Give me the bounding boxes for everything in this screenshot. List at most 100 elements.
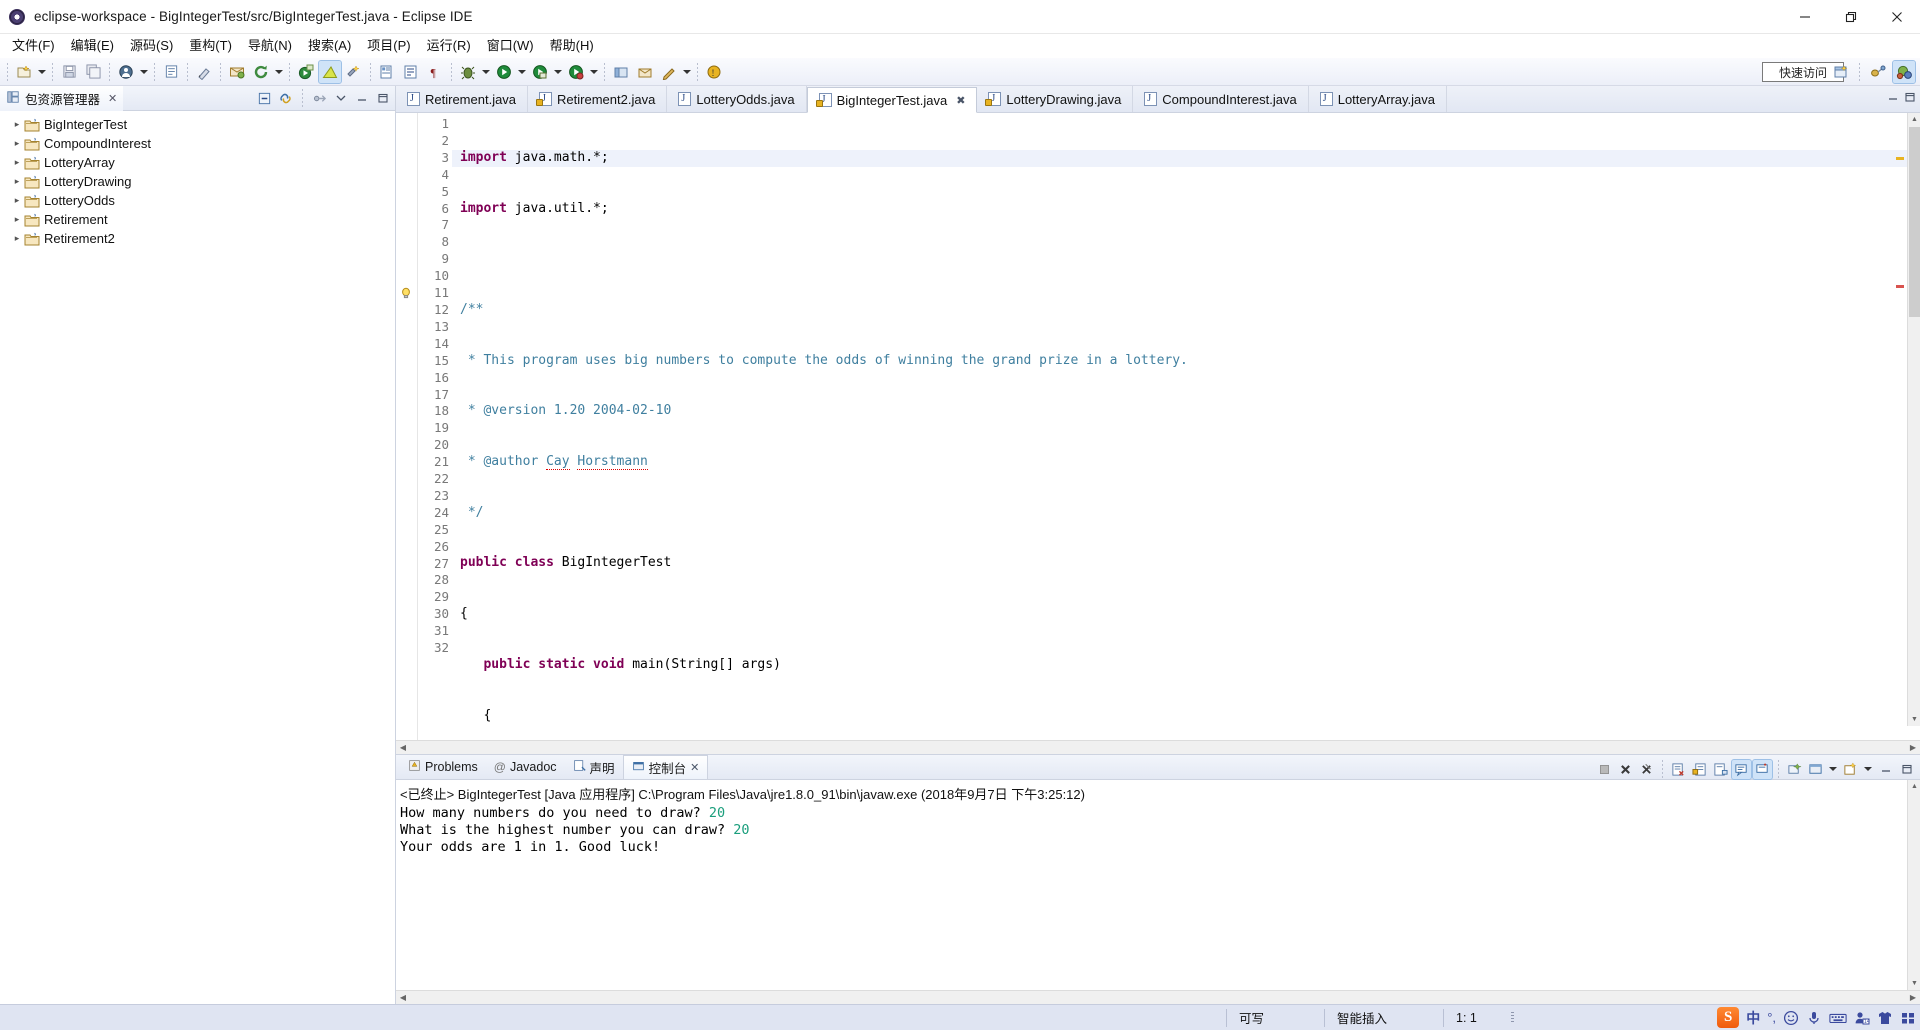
quick-fix-bulb-icon[interactable] <box>400 286 412 299</box>
open-perspective-icon[interactable] <box>610 61 632 83</box>
terminate-icon[interactable] <box>1595 760 1614 779</box>
menu-source[interactable]: 源码(S) <box>122 34 181 58</box>
open-type-icon[interactable] <box>160 61 182 83</box>
scroll-up-icon[interactable]: ▲ <box>1908 780 1920 793</box>
sogou-ime-logo[interactable]: S <box>1717 1007 1740 1028</box>
close-editor-icon[interactable]: ✖ <box>956 94 965 107</box>
maximize-console-icon[interactable] <box>1897 760 1916 779</box>
ime-mode-chinese[interactable]: 中 <box>1746 1008 1760 1028</box>
menu-file[interactable]: 文件(F) <box>4 34 63 58</box>
remove-launch-icon[interactable] <box>1616 760 1635 779</box>
editor-horizontal-scrollbar[interactable]: ◀ ▶ <box>396 740 1920 754</box>
link-with-editor-icon[interactable] <box>277 90 294 107</box>
editor-tab-lotteryodds[interactable]: J LotteryOdds.java <box>667 86 807 112</box>
new-java-project-icon[interactable] <box>376 61 398 83</box>
menu-run[interactable]: 运行(R) <box>419 34 479 58</box>
chevron-right-icon[interactable]: ▸ <box>10 213 24 227</box>
debug-icon[interactable] <box>457 61 479 83</box>
scroll-left-icon[interactable]: ◀ <box>396 993 410 1002</box>
run-last-icon[interactable] <box>295 61 317 83</box>
editor-tab-retirement[interactable]: J Retirement.java <box>396 86 529 112</box>
scrollbar-thumb[interactable] <box>1909 127 1920 317</box>
collapse-all-icon[interactable] <box>256 90 273 107</box>
menu-search[interactable]: 搜索(A) <box>300 34 359 58</box>
chevron-right-icon[interactable]: ▸ <box>10 137 24 151</box>
paragraph-mark-icon[interactable]: ¶ <box>424 61 446 83</box>
maximize-button[interactable] <box>1828 0 1874 34</box>
minimize-button[interactable] <box>1782 0 1828 34</box>
keyboard-icon[interactable] <box>1829 1010 1847 1026</box>
scroll-right-icon[interactable]: ▶ <box>1906 993 1920 1002</box>
link-editor-icon[interactable] <box>193 61 215 83</box>
editor-tab-lotteryarray[interactable]: J LotteryArray.java <box>1309 86 1448 112</box>
console-vertical-scrollbar[interactable]: ▲ ▼ <box>1907 780 1920 990</box>
tab-package-explorer[interactable]: 包资源管理器 ✕ <box>0 85 124 111</box>
grid-icon[interactable] <box>1900 1010 1916 1026</box>
scroll-up-icon[interactable]: ▲ <box>1908 113 1920 126</box>
run-dropdown[interactable] <box>516 61 528 83</box>
run-config-dropdown[interactable] <box>588 61 600 83</box>
tree-item-compoundinterest[interactable]: ▸ CompoundInterest <box>0 134 395 153</box>
tree-item-retirement2[interactable]: ▸ Retirement2 <box>0 229 395 248</box>
save-all-icon[interactable] <box>82 61 104 83</box>
console-output[interactable]: <已终止> BigIntegerTest [Java 应用程序] C:\Prog… <box>396 780 1920 990</box>
scroll-lock-icon[interactable] <box>1690 760 1709 779</box>
scroll-down-icon[interactable]: ▼ <box>1908 977 1920 990</box>
perspective-java-ee-icon[interactable] <box>1892 60 1916 84</box>
new-console-dropdown[interactable] <box>1862 758 1874 780</box>
editor-tab-bigintegertest[interactable]: J BigIntegerTest.java ✖ <box>806 87 978 113</box>
tab-declaration[interactable]: 声明 <box>565 755 623 780</box>
chevron-right-icon[interactable]: ▸ <box>10 232 24 246</box>
search-perspective-icon[interactable] <box>634 61 656 83</box>
emoji-icon[interactable] <box>1783 1010 1799 1026</box>
perspective-java-icon[interactable] <box>1867 61 1889 83</box>
menu-navigate[interactable]: 导航(N) <box>240 34 300 58</box>
tree-item-retirement[interactable]: ▸ Retirement <box>0 210 395 229</box>
menu-edit[interactable]: 编辑(E) <box>63 34 122 58</box>
clear-console-icon[interactable] <box>1669 760 1688 779</box>
scroll-down-icon[interactable]: ▼ <box>1908 713 1920 726</box>
new-package-icon[interactable] <box>400 61 422 83</box>
remove-all-launches-icon[interactable] <box>1637 760 1656 779</box>
tree-item-lotteryodds[interactable]: ▸ LotteryOdds <box>0 191 395 210</box>
status-resize-grip[interactable] <box>1510 1011 1514 1024</box>
user-icon[interactable]: 14 <box>1854 1010 1870 1026</box>
view-menu-chevron-icon[interactable] <box>332 90 349 107</box>
chevron-right-icon[interactable]: ▸ <box>10 118 24 132</box>
editor-vertical-scrollbar[interactable]: ▲ ▼ <box>1907 113 1920 726</box>
chevron-right-icon[interactable]: ▸ <box>10 175 24 189</box>
new-java-class-dropdown[interactable] <box>138 61 150 83</box>
editor-tab-lotterydrawing[interactable]: J LotteryDrawing.java <box>977 86 1134 112</box>
maximize-editor-icon[interactable] <box>1904 90 1916 108</box>
tree-item-lotterydrawing[interactable]: ▸ LotteryDrawing <box>0 172 395 191</box>
run-icon[interactable] <box>318 59 342 84</box>
open-task-icon[interactable] <box>226 61 248 83</box>
menu-refactor[interactable]: 重构(T) <box>181 34 240 58</box>
new-wizard-dropdown[interactable] <box>36 61 48 83</box>
tab-console[interactable]: 控制台 ✕ <box>622 755 709 779</box>
pin-dropdown[interactable] <box>681 61 693 83</box>
run-coverage-icon[interactable] <box>529 61 551 83</box>
pin-console-icon[interactable] <box>1711 760 1730 779</box>
debug-dropdown[interactable] <box>480 61 492 83</box>
code-text[interactable]: import java.math.*; import java.util.*; … <box>452 113 1920 740</box>
run-config-icon[interactable] <box>565 61 587 83</box>
minimize-console-icon[interactable] <box>1876 760 1895 779</box>
console-options-dropdown[interactable] <box>1827 758 1839 780</box>
tree-item-lotteryarray[interactable]: ▸ LotteryArray <box>0 153 395 172</box>
new-java-class-icon[interactable] <box>115 61 137 83</box>
chevron-right-icon[interactable]: ▸ <box>10 156 24 170</box>
skin-icon[interactable] <box>1877 1010 1893 1026</box>
run-green-icon[interactable] <box>493 61 515 83</box>
scroll-right-icon[interactable]: ▶ <box>1906 743 1920 752</box>
view-menu-icon[interactable] <box>311 90 328 107</box>
close-console-icon[interactable]: ✕ <box>690 761 699 774</box>
menu-project[interactable]: 项目(P) <box>359 34 418 58</box>
open-console-icon[interactable] <box>1752 758 1773 780</box>
refresh-dropdown[interactable] <box>273 61 285 83</box>
new-console-view-icon[interactable] <box>1785 760 1804 779</box>
external-tools-icon[interactable] <box>343 61 365 83</box>
save-icon[interactable] <box>58 61 80 83</box>
editor-tab-retirement2[interactable]: J Retirement2.java <box>528 86 668 112</box>
ime-punctuation-icon[interactable]: °, <box>1767 1010 1776 1025</box>
